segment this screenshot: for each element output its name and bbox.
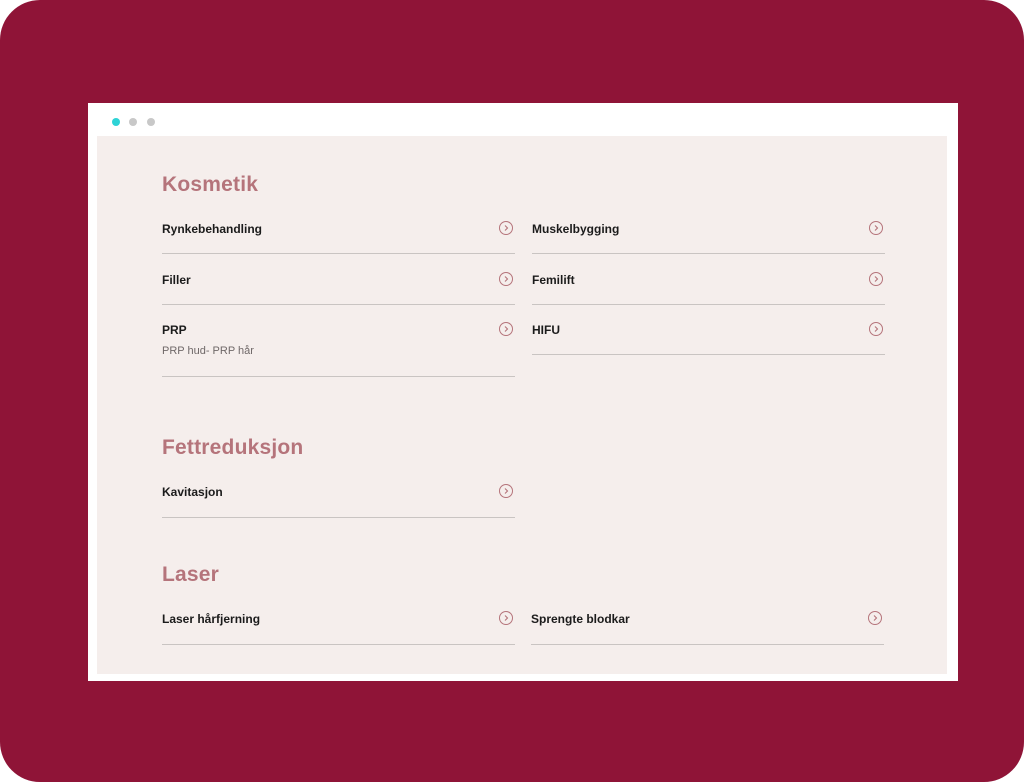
treatment-label: Muskelbygging [532, 222, 620, 236]
treatment-item-kavitasjon[interactable]: Kavitasjon [162, 484, 515, 518]
treatment-label: HIFU [532, 323, 560, 337]
chevron-right-circle-icon [499, 221, 513, 235]
section-title-laser: Laser [162, 563, 220, 586]
chevron-right-circle-icon [869, 221, 883, 235]
treatment-sublabel: PRP hud- PRP hår [162, 345, 254, 357]
window-dot [147, 118, 155, 126]
chevron-right-circle-icon [869, 272, 883, 286]
treatment-item-prp[interactable]: PRP PRP hud- PRP hår [162, 322, 515, 377]
treatment-label: Kavitasjon [162, 485, 223, 499]
treatments-content: Kosmetik Rynkebehandling Muskelbygging F… [97, 136, 947, 674]
treatment-item-rynkebehandling[interactable]: Rynkebehandling [162, 221, 515, 254]
chevron-right-circle-icon [868, 611, 882, 625]
window-titlebar [88, 103, 958, 136]
treatment-label: PRP [162, 323, 187, 337]
treatment-item-filler[interactable]: Filler [162, 272, 515, 305]
chevron-right-circle-icon [499, 484, 513, 498]
chevron-right-circle-icon [499, 272, 513, 286]
treatment-label: Sprengte blodkar [531, 612, 630, 626]
treatment-item-muskelbygging[interactable]: Muskelbygging [532, 221, 885, 254]
device-frame: Kosmetik Rynkebehandling Muskelbygging F… [0, 0, 1024, 782]
browser-window: Kosmetik Rynkebehandling Muskelbygging F… [88, 103, 958, 681]
treatment-item-laser-harfjerning[interactable]: Laser hårfjerning [162, 611, 515, 645]
treatment-item-hifu[interactable]: HIFU [532, 322, 885, 355]
chevron-right-circle-icon [869, 322, 883, 336]
treatment-label: Filler [162, 273, 191, 287]
window-dot [129, 118, 137, 126]
section-title-fettreduksjon: Fettreduksjon [162, 436, 304, 459]
chevron-right-circle-icon [499, 611, 513, 625]
chevron-right-circle-icon [499, 322, 513, 336]
treatment-label: Femilift [532, 273, 575, 287]
window-dot-active [112, 118, 120, 126]
treatment-item-femilift[interactable]: Femilift [532, 272, 885, 305]
section-title-kosmetik: Kosmetik [162, 173, 259, 196]
treatment-item-sprengte-blodkar[interactable]: Sprengte blodkar [531, 611, 884, 645]
treatment-label: Laser hårfjerning [162, 612, 261, 626]
treatment-label: Rynkebehandling [162, 222, 263, 236]
